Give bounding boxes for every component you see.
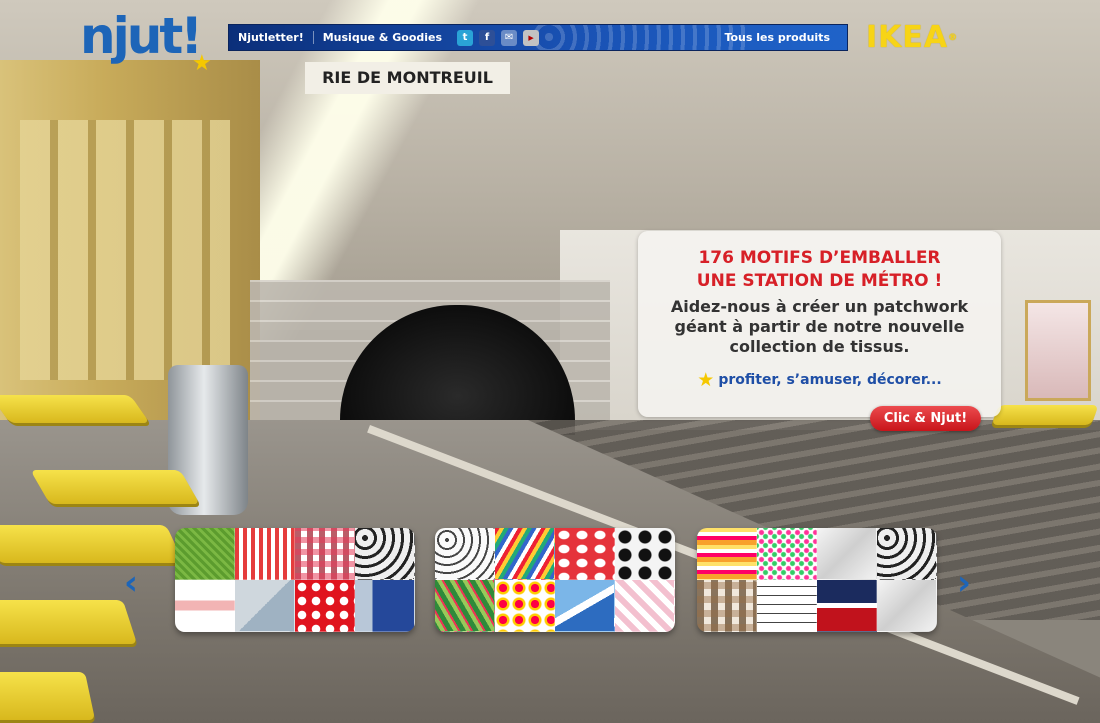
star-icon: ★: [697, 369, 715, 391]
fabric-swatch: [175, 580, 235, 632]
yellow-seat: [0, 395, 150, 423]
fabric-swatch: [175, 528, 235, 580]
yellow-seat: [0, 525, 184, 563]
fabric-swatch: [697, 528, 757, 580]
promo-link-text: profiter, s’amuser, décorer...: [718, 372, 942, 388]
fabric-swatch: [555, 528, 615, 580]
wall-poster: [1025, 300, 1091, 401]
fabric-swatch: [877, 580, 937, 632]
email-icon[interactable]: ✉: [501, 29, 518, 46]
fabric-swatch: [615, 580, 675, 632]
ikea-logo-text: IKEA: [866, 20, 949, 55]
promo-panel: 176 MOTIFS D’EMBALLER UNE STATION DE MÉT…: [638, 231, 1001, 417]
fabric-swatch: [435, 528, 495, 580]
promo-body-line-1: Aidez-nous à créer un patchwork: [670, 297, 969, 316]
clic-njut-button[interactable]: Clic & Njut!: [870, 406, 981, 431]
nav-music-goodies-link[interactable]: Musique & Goodies: [314, 31, 451, 44]
patchwork-parcel-3[interactable]: [697, 528, 937, 632]
carousel-prev-arrow[interactable]: ‹: [124, 566, 138, 600]
top-navbar: Njutletter! Musique & Goodies t f ✉ ▶ To…: [228, 24, 848, 51]
fabric-swatch: [295, 580, 355, 632]
facebook-icon[interactable]: f: [479, 29, 496, 46]
nav-all-products-link[interactable]: Tous les produits: [715, 31, 839, 44]
fabric-swatch: [495, 580, 555, 632]
patchwork-parcel-1[interactable]: [175, 528, 415, 632]
fabric-swatch: [615, 528, 675, 580]
fabric-swatch: [235, 580, 295, 632]
njut-logo[interactable]: njut! ★: [80, 7, 212, 76]
fabric-swatch: [697, 580, 757, 632]
promo-description: Aidez-nous à créer un patchwork géant à …: [648, 297, 991, 357]
star-icon: ★: [192, 51, 212, 76]
fabric-swatch: [877, 528, 937, 580]
fabric-swatch: [817, 528, 877, 580]
fabric-swatch: [355, 528, 415, 580]
nav-newsletter-link[interactable]: Njutletter!: [229, 31, 314, 44]
youtube-icon[interactable]: ▶: [523, 29, 540, 46]
promo-title-line-1: 176 MOTIFS D’EMBALLER: [698, 248, 941, 268]
fabric-swatch: [817, 580, 877, 632]
ikea-logo[interactable]: IKEA®: [866, 22, 958, 54]
station-sign: RIE DE MONTREUIL: [305, 62, 510, 94]
twitter-icon[interactable]: t: [457, 29, 474, 46]
carousel-next-arrow[interactable]: ›: [957, 566, 971, 600]
logo-text: njut!: [80, 7, 203, 65]
fabric-swatch: [757, 580, 817, 632]
yellow-seat: [991, 405, 1099, 425]
promo-body-line-2: géant à partir de notre nouvelle: [674, 317, 965, 336]
promo-link[interactable]: ★ profiter, s’amuser, décorer...: [638, 369, 1001, 391]
patchwork-parcel-2[interactable]: [435, 528, 675, 632]
fabric-swatch: [435, 580, 495, 632]
promo-title-line-2: UNE STATION DE MÉTRO !: [696, 271, 943, 291]
left-wall-frames: [20, 120, 230, 380]
yellow-seat: [0, 600, 138, 644]
fabric-swatch: [235, 528, 295, 580]
yellow-seat: [0, 672, 96, 720]
registered-mark: ®: [948, 33, 959, 43]
fabric-swatch: [757, 528, 817, 580]
fabric-swatch: [495, 528, 555, 580]
yellow-seat: [30, 470, 200, 504]
promo-body-line-3: collection de tissus.: [729, 337, 910, 356]
fabric-swatch: [555, 580, 615, 632]
fabric-swatch: [355, 580, 415, 632]
promo-title: 176 MOTIFS D’EMBALLER UNE STATION DE MÉT…: [638, 247, 1001, 293]
fabric-swatch: [295, 528, 355, 580]
